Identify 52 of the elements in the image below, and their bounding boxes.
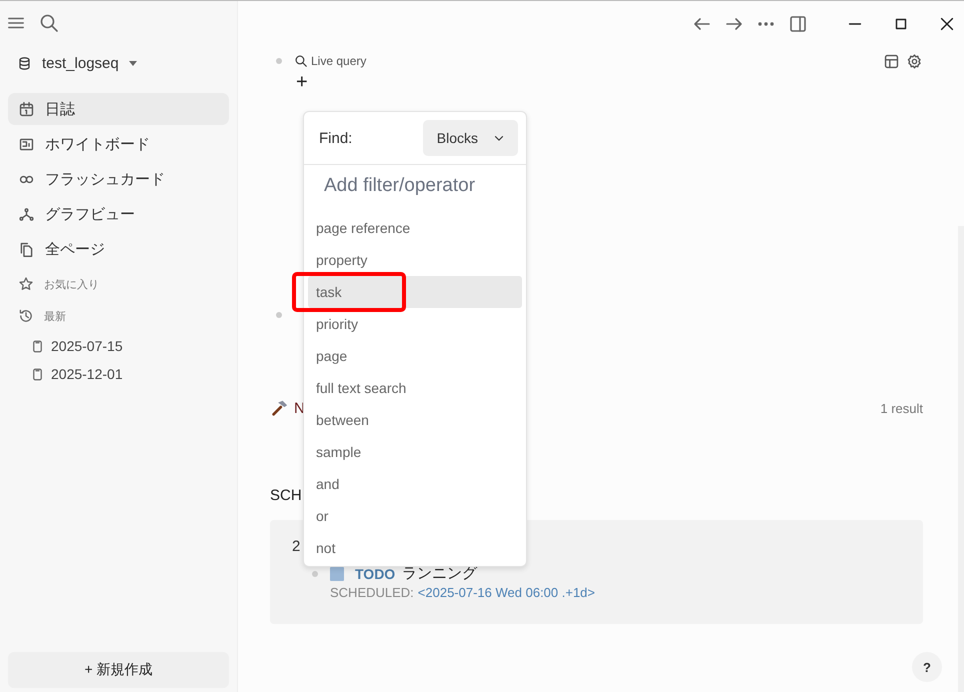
find-dropdown[interactable]: Blocks bbox=[422, 120, 518, 156]
nav-item[interactable]: フラッシュカード bbox=[8, 163, 229, 195]
query-title: Live query bbox=[311, 54, 366, 68]
sidebar-toggle-icon[interactable] bbox=[788, 14, 808, 34]
nav-item[interactable]: 日誌 bbox=[8, 93, 229, 125]
page-icon bbox=[30, 366, 45, 382]
filter-option[interactable]: between bbox=[308, 404, 522, 436]
task-checkbox[interactable] bbox=[330, 566, 344, 580]
recent-page-link[interactable]: 2025-07-15 bbox=[51, 338, 123, 354]
graph-name[interactable]: test_logseq bbox=[42, 54, 119, 72]
group-label: 2 bbox=[292, 538, 300, 557]
calendar-icon bbox=[18, 100, 35, 118]
graph-icon bbox=[18, 206, 35, 222]
new-page-button[interactable]: + 新規作成 bbox=[8, 652, 229, 688]
star-icon bbox=[18, 276, 34, 292]
table-icon[interactable] bbox=[883, 52, 900, 70]
filter-option[interactable]: task bbox=[308, 276, 522, 308]
recent-page-link[interactable]: 2025-12-01 bbox=[51, 366, 123, 382]
filter-option[interactable]: property bbox=[308, 244, 522, 276]
find-label: Find: bbox=[319, 130, 352, 146]
add-filter-button[interactable]: + bbox=[296, 73, 923, 91]
section-label[interactable]: 最新 bbox=[44, 308, 66, 324]
history-icon bbox=[18, 308, 34, 324]
search-icon bbox=[294, 54, 308, 68]
result-count: 1 result bbox=[880, 400, 923, 416]
filter-option[interactable]: priority bbox=[308, 308, 522, 340]
section-label[interactable]: お気に入り bbox=[44, 276, 99, 292]
page-icon bbox=[30, 338, 45, 354]
filter-option[interactable]: not bbox=[308, 532, 522, 564]
pages-icon bbox=[18, 240, 35, 258]
settings-icon[interactable] bbox=[906, 52, 923, 70]
filter-option[interactable]: page bbox=[308, 340, 522, 372]
filter-option[interactable]: full text search bbox=[308, 372, 522, 404]
scheduled-label: SCHEDULED: bbox=[330, 585, 414, 600]
filter-option[interactable]: or bbox=[308, 500, 522, 532]
nav-item[interactable]: ホワイトボード bbox=[8, 128, 229, 160]
filter-option[interactable]: sample bbox=[308, 436, 522, 468]
task-text: ランニング bbox=[402, 564, 478, 583]
whiteboard-icon bbox=[18, 136, 35, 152]
nav-item[interactable]: グラフビュー bbox=[8, 198, 229, 230]
database-icon bbox=[17, 56, 32, 70]
nav-item[interactable]: 全ページ bbox=[8, 233, 229, 265]
todo-marker[interactable]: TODO bbox=[355, 566, 396, 582]
hammer-icon bbox=[270, 399, 288, 417]
section-heading: SCH bbox=[270, 487, 302, 506]
close-icon[interactable] bbox=[938, 15, 956, 33]
filter-option[interactable]: page reference bbox=[308, 212, 522, 244]
help-button[interactable]: ? bbox=[912, 652, 942, 682]
popup-heading: Add filter/operator bbox=[323, 174, 476, 198]
search-icon[interactable] bbox=[39, 13, 59, 33]
scheduled-date[interactable]: <2025-07-16 Wed 06:00 .+1d> bbox=[418, 585, 596, 600]
filter-option[interactable]: and bbox=[308, 468, 522, 500]
